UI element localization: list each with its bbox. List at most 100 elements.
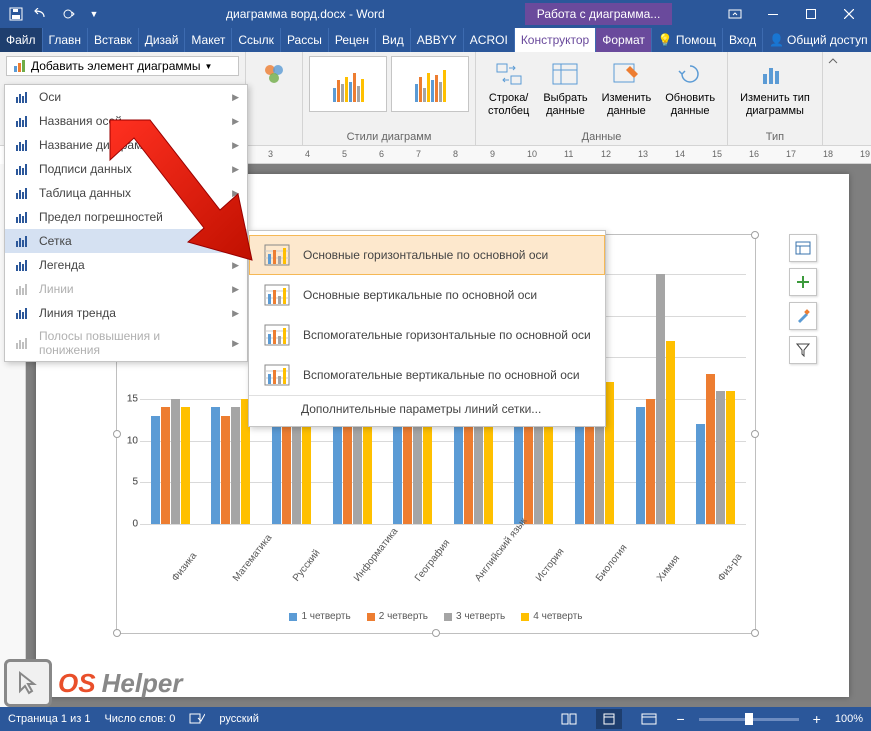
menu-item-axis-titles[interactable]: Названия осей▶ [5,109,247,133]
window-controls [717,2,867,26]
ribbon-options-button[interactable] [717,2,753,26]
chart-flyout-buttons [789,234,817,364]
tab-acrobat[interactable]: ACROI [464,28,515,52]
tab-abbyy[interactable]: ABBYY [411,28,464,52]
dropdown-arrow-icon: ▼ [205,62,213,71]
web-layout-button[interactable] [636,709,662,729]
submenu-item-primary-major-v[interactable]: Основные вертикальные по основной оси [249,275,605,315]
close-button[interactable] [831,2,867,26]
zoom-slider-thumb[interactable] [745,713,753,725]
tab-view[interactable]: Вид [376,28,411,52]
redo-button[interactable] [56,2,80,26]
resize-handle[interactable] [751,629,759,637]
menu-item-data-labels[interactable]: Подписи данных▶ [5,157,247,181]
resize-handle[interactable] [751,231,759,239]
chart-style-2[interactable] [391,56,469,112]
status-language[interactable]: русский [219,713,258,725]
menu-item-chart-title[interactable]: Название диаграммы▶ [5,133,247,157]
chart-style-1[interactable] [309,56,387,112]
chart-styles-button[interactable] [789,302,817,330]
edit-data-button[interactable]: Изменить данные [596,56,658,120]
resize-handle[interactable] [432,629,440,637]
resize-handle[interactable] [751,430,759,438]
change-chart-type-button[interactable]: Изменить тип диаграммы [734,56,816,120]
tab-review[interactable]: Рецен [329,28,376,52]
status-page[interactable]: Страница 1 из 1 [8,713,90,725]
menu-item-gridlines[interactable]: Сетка▶ [5,229,247,253]
tab-mailings[interactable]: Рассы [281,28,329,52]
submenu-arrow-icon: ▶ [232,116,239,127]
tell-me-button[interactable]: 💡Помощ [652,28,723,52]
chevron-up-icon [828,56,838,66]
chart-element-icon [13,257,31,273]
menu-item-axes[interactable]: Оси▶ [5,85,247,109]
chart-filters-button[interactable] [789,336,817,364]
refresh-icon [674,58,706,90]
resize-handle[interactable] [113,629,121,637]
tab-insert[interactable]: Вставк [88,28,139,52]
gridline-icon [263,363,291,387]
zoom-level[interactable]: 100% [835,713,863,725]
save-button[interactable] [4,2,28,26]
maximize-button[interactable] [793,2,829,26]
status-bar: Страница 1 из 1 Число слов: 0 русский − … [0,707,871,731]
submenu-more-options[interactable]: Дополнительные параметры линий сетки... [249,395,605,422]
print-layout-button[interactable] [596,709,622,729]
zoom-slider[interactable] [699,718,799,721]
status-word-count[interactable]: Число слов: 0 [104,713,175,725]
menu-item-legend[interactable]: Легенда▶ [5,253,247,277]
zoom-in-button[interactable]: + [813,711,821,727]
menu-item-data-table[interactable]: Таблица данных▶ [5,181,247,205]
ribbon-collapse-button[interactable] [823,52,843,145]
chart-element-icon [13,209,31,225]
group-label-data: Данные [482,131,721,143]
change-colors-button[interactable] [252,56,296,92]
tab-format[interactable]: Формат [596,28,652,52]
chart-legend[interactable]: 1 четверть2 четверть3 четверть4 четверть [116,611,756,622]
tab-file[interactable]: Файл [0,28,43,52]
brush-icon [796,309,810,323]
refresh-data-button[interactable]: Обновить данные [659,56,721,120]
select-data-button[interactable]: Выбрать данные [537,56,593,120]
add-chart-element-button[interactable]: Добавить элемент диаграммы ▼ [6,56,239,76]
menu-item-updown: Полосы повышения и понижения▶ [5,325,247,361]
tab-home[interactable]: Главн [43,28,89,52]
bulb-icon: 💡 [658,33,673,47]
login-button[interactable]: Вход [723,28,763,52]
chart-element-icon [13,137,31,153]
submenu-item-primary-minor-h[interactable]: Вспомогательные горизонтальные по основн… [249,315,605,355]
chart-styles-gallery[interactable] [309,56,469,112]
submenu-item-primary-major-h[interactable]: Основные горизонтальные по основной оси [249,235,605,275]
proofing-icon[interactable] [189,711,205,728]
chart-icon [13,59,27,73]
qat-customize-button[interactable]: ▼ [82,2,106,26]
read-mode-button[interactable] [556,709,582,729]
tab-references[interactable]: Ссылк [232,28,281,52]
title-bar: ▼ диаграмма ворд.docx - Word Работа с ди… [0,0,871,28]
mini-chart-icon [415,66,446,102]
submenu-item-primary-minor-v[interactable]: Вспомогательные вертикальные по основной… [249,355,605,395]
minimize-button[interactable] [755,2,791,26]
mini-chart-icon [333,66,364,102]
share-button[interactable]: 👤Общий доступ [763,28,871,52]
menu-item-error-bars[interactable]: Предел погрешностей▶ [5,205,247,229]
chart-elements-button[interactable] [789,268,817,296]
gridline-icon [263,243,291,267]
group-label-type: Тип [734,131,816,143]
tab-layout[interactable]: Макет [185,28,232,52]
chart-x-axis: ФизикаМатематикаРусскийИнформатикаГеогра… [140,569,746,580]
chart-layout-options-button[interactable] [789,234,817,262]
zoom-out-button[interactable]: − [676,711,684,727]
menu-item-trendline[interactable]: Линия тренда▶ [5,301,247,325]
switch-row-column-button[interactable]: Строка/ столбец [482,56,535,120]
menu-item-lines: Линии▶ [5,277,247,301]
submenu-arrow-icon: ▶ [232,236,239,247]
funnel-icon [796,343,810,357]
switch-icon [493,58,525,90]
chart-element-icon [13,161,31,177]
person-icon: 👤 [769,33,784,47]
undo-button[interactable] [30,2,54,26]
submenu-arrow-icon: ▶ [232,308,239,319]
tab-constructor[interactable]: Конструктор [515,28,596,52]
tab-design[interactable]: Дизай [139,28,186,52]
